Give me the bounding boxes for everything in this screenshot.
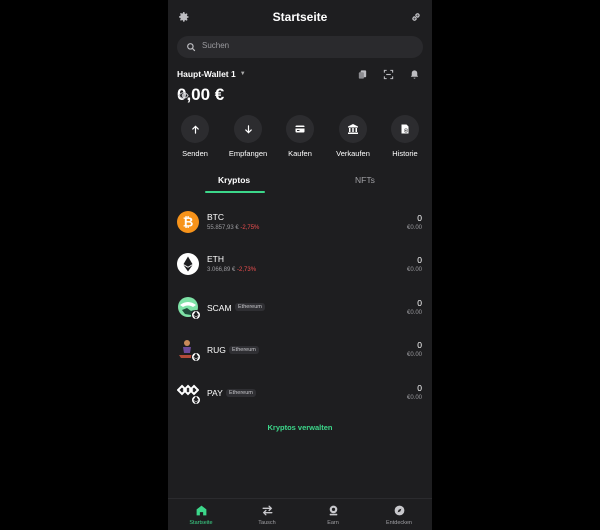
nav-label: Earn: [327, 520, 339, 526]
asset-row-eth[interactable]: ETH 3.066,89 € -2,73% 0 €0.00: [168, 242, 432, 284]
nav-item-earn[interactable]: Earn: [308, 503, 358, 526]
asset-fiat-value: €0.00: [406, 352, 422, 358]
bottom-nav: Startseite Tausch Earn Entdecken: [168, 498, 432, 530]
page-title: Startseite: [272, 10, 328, 24]
nav-item-entdecken[interactable]: Entdecken: [374, 503, 424, 526]
chevron-down-icon: ▼: [239, 71, 246, 77]
card-icon: [286, 115, 314, 143]
asset-row-scam[interactable]: SCAM Ethereum 0 €0.00: [168, 285, 432, 327]
buy-label: Kaufen: [288, 149, 312, 158]
send-label: Senden: [182, 149, 208, 158]
asset-symbol: BTC: [207, 212, 224, 222]
active-tab-indicator: [205, 191, 265, 193]
asset-symbol: ETH: [207, 254, 224, 264]
receive-button[interactable]: Empfangen: [220, 115, 276, 158]
nav-label: Tausch: [258, 520, 276, 526]
phone-screen: Startseite Suchen Haupt-Wallet 1 ▼ 0,00 …: [168, 0, 432, 530]
search-placeholder: Suchen: [202, 41, 230, 50]
asset-price: 3.066,89 €: [207, 267, 236, 273]
nav-item-tausch[interactable]: Tausch: [242, 503, 292, 526]
ethereum-chain-badge-icon: [191, 310, 201, 320]
asset-fiat-value: €0.00: [406, 225, 422, 231]
asset-amount: 0: [417, 213, 422, 223]
asset-amount: 0: [417, 340, 422, 350]
bell-icon[interactable]: [406, 66, 422, 82]
action-row: Senden Empfangen Kaufen Verkaufen Histor…: [168, 115, 432, 165]
chain-tag: Ethereum: [229, 346, 259, 354]
chain-tag: Ethereum: [226, 389, 256, 397]
bank-icon: [339, 115, 367, 143]
asset-change: -2,75%: [240, 225, 260, 231]
sell-button[interactable]: Verkaufen: [325, 115, 381, 158]
compass-icon: [392, 503, 406, 517]
manage-kryptos-link[interactable]: Kryptos verwalten: [168, 423, 432, 432]
asset-fiat-value: €0.00: [406, 267, 422, 273]
buy-button[interactable]: Kaufen: [272, 115, 328, 158]
asset-price-line: 55.857,93 € -2,75%: [207, 225, 259, 231]
arrow-down-icon: [234, 115, 262, 143]
asset-tabs: Kryptos NFTs: [168, 172, 432, 194]
ethereum-chain-badge-icon: [191, 352, 201, 362]
chain-tag: Ethereum: [235, 303, 265, 311]
asset-amount: 0: [417, 255, 422, 265]
search-icon: [184, 40, 198, 54]
home-icon: [194, 503, 208, 517]
wallet-balance: 0,00 €: [177, 85, 224, 105]
ethereum-icon: [177, 253, 199, 275]
earn-icon: [326, 503, 340, 517]
search-input[interactable]: Suchen: [177, 36, 423, 58]
send-button[interactable]: Senden: [168, 115, 223, 158]
asset-row-pay[interactable]: PAY Ethereum 0 €0.00: [168, 370, 432, 412]
sell-label: Verkaufen: [336, 149, 370, 158]
asset-row-rug[interactable]: RUG Ethereum 0 €0.00: [168, 327, 432, 369]
tab-nfts[interactable]: NFTs: [355, 175, 375, 185]
top-bar: Startseite: [168, 0, 432, 34]
asset-amount: 0: [417, 383, 422, 393]
asset-amount: 0: [417, 298, 422, 308]
link-icon[interactable]: [409, 10, 423, 24]
swap-icon: [260, 503, 274, 517]
asset-symbol: RUG: [207, 345, 226, 355]
asset-price: 55.857,93 €: [207, 225, 239, 231]
history-button[interactable]: Historie: [377, 115, 432, 158]
nav-label: Startseite: [189, 520, 213, 526]
bitcoin-icon: ₿: [177, 211, 199, 233]
asset-row-btc[interactable]: ₿ BTC 55.857,93 € -2,75% 0 €0.00: [168, 200, 432, 242]
arrow-up-icon: [181, 115, 209, 143]
wallet-selector[interactable]: Haupt-Wallet 1 ▼: [177, 69, 246, 79]
history-label: Historie: [392, 149, 418, 158]
svg-text:₿: ₿: [183, 216, 194, 231]
copy-icon[interactable]: [354, 66, 370, 82]
wallet-name: Haupt-Wallet 1: [177, 69, 236, 79]
ethereum-chain-badge-icon: [191, 395, 201, 405]
scan-icon[interactable]: [380, 66, 396, 82]
asset-change: -2,73%: [237, 267, 257, 273]
nav-item-startseite[interactable]: Startseite: [176, 503, 226, 526]
nav-label: Entdecken: [386, 520, 412, 526]
asset-symbol: PAY: [207, 388, 223, 398]
asset-price-line: 3.066,89 € -2,73%: [207, 267, 256, 273]
asset-symbol: SCAM: [207, 303, 232, 313]
tab-kryptos[interactable]: Kryptos: [218, 175, 250, 185]
asset-fiat-value: €0.00: [406, 395, 422, 401]
asset-fiat-value: €0.00: [406, 310, 422, 316]
history-icon: [391, 115, 419, 143]
receive-label: Empfangen: [228, 149, 268, 158]
eye-icon[interactable]: [177, 89, 189, 101]
